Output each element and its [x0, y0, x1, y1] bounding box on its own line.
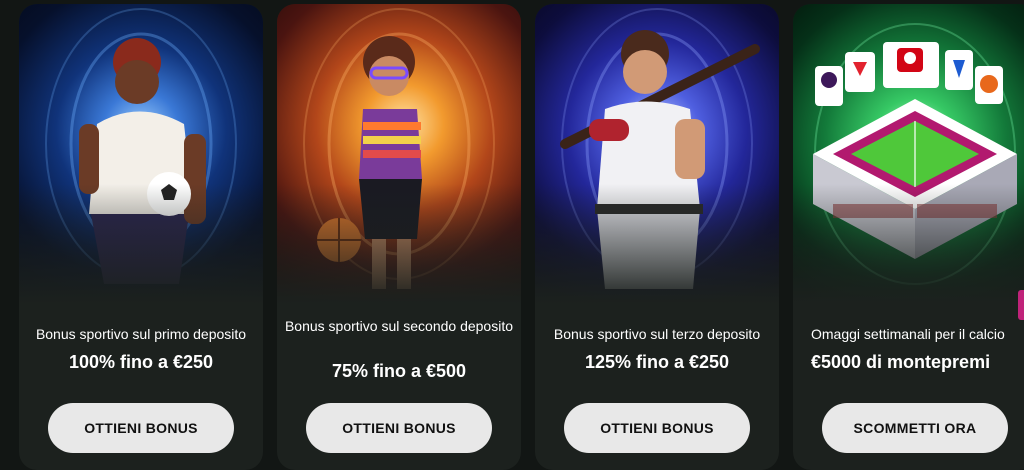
promo-amount: €5000 di montepremi — [811, 352, 991, 372]
football-stadium-illustration — [793, 4, 1024, 304]
promo-title: Bonus sportivo sul secondo deposito — [284, 318, 514, 334]
promo-card-third-deposit: Bonus sportivo sul terzo deposito 125% f… — [535, 4, 779, 470]
promo-amount: 100% fino a €250 — [68, 352, 214, 372]
promo-card-second-deposit: Bonus sportivo sul secondo deposito 75% … — [277, 4, 521, 470]
get-bonus-button[interactable]: OTTIENI BONUS — [306, 403, 492, 453]
baseball-player-illustration — [535, 4, 779, 304]
soccer-player-illustration — [19, 4, 263, 304]
serie-a-logo — [945, 50, 973, 90]
basketball-player-illustration — [277, 4, 521, 304]
bet-now-button[interactable]: SCOMMETTI ORA — [822, 403, 1008, 453]
laliga-logo — [845, 52, 875, 92]
ligue-1-logo — [975, 66, 1003, 104]
promo-card-first-deposit: Bonus sportivo sul primo deposito 100% f… — [19, 4, 263, 470]
promo-title: Bonus sportivo sul terzo deposito — [553, 326, 761, 342]
promo-amount: 75% fino a €500 — [331, 361, 467, 381]
promo-title: Omaggi settimanali per il calcio — [811, 326, 1005, 342]
bundesliga-logo — [883, 42, 939, 88]
get-bonus-button[interactable]: OTTIENI BONUS — [564, 403, 750, 453]
promotions-carousel: Bonus sportivo sul primo deposito 100% f… — [0, 0, 1024, 470]
promo-card-weekly-football: Omaggi settimanali per il calcio €5000 d… — [793, 4, 1024, 470]
premier-league-logo — [815, 66, 843, 106]
carousel-edge-indicator — [1018, 290, 1024, 320]
promo-title: Bonus sportivo sul primo deposito — [35, 326, 247, 342]
get-bonus-button[interactable]: OTTIENI BONUS — [48, 403, 234, 453]
promo-amount: 125% fino a €250 — [584, 352, 730, 372]
